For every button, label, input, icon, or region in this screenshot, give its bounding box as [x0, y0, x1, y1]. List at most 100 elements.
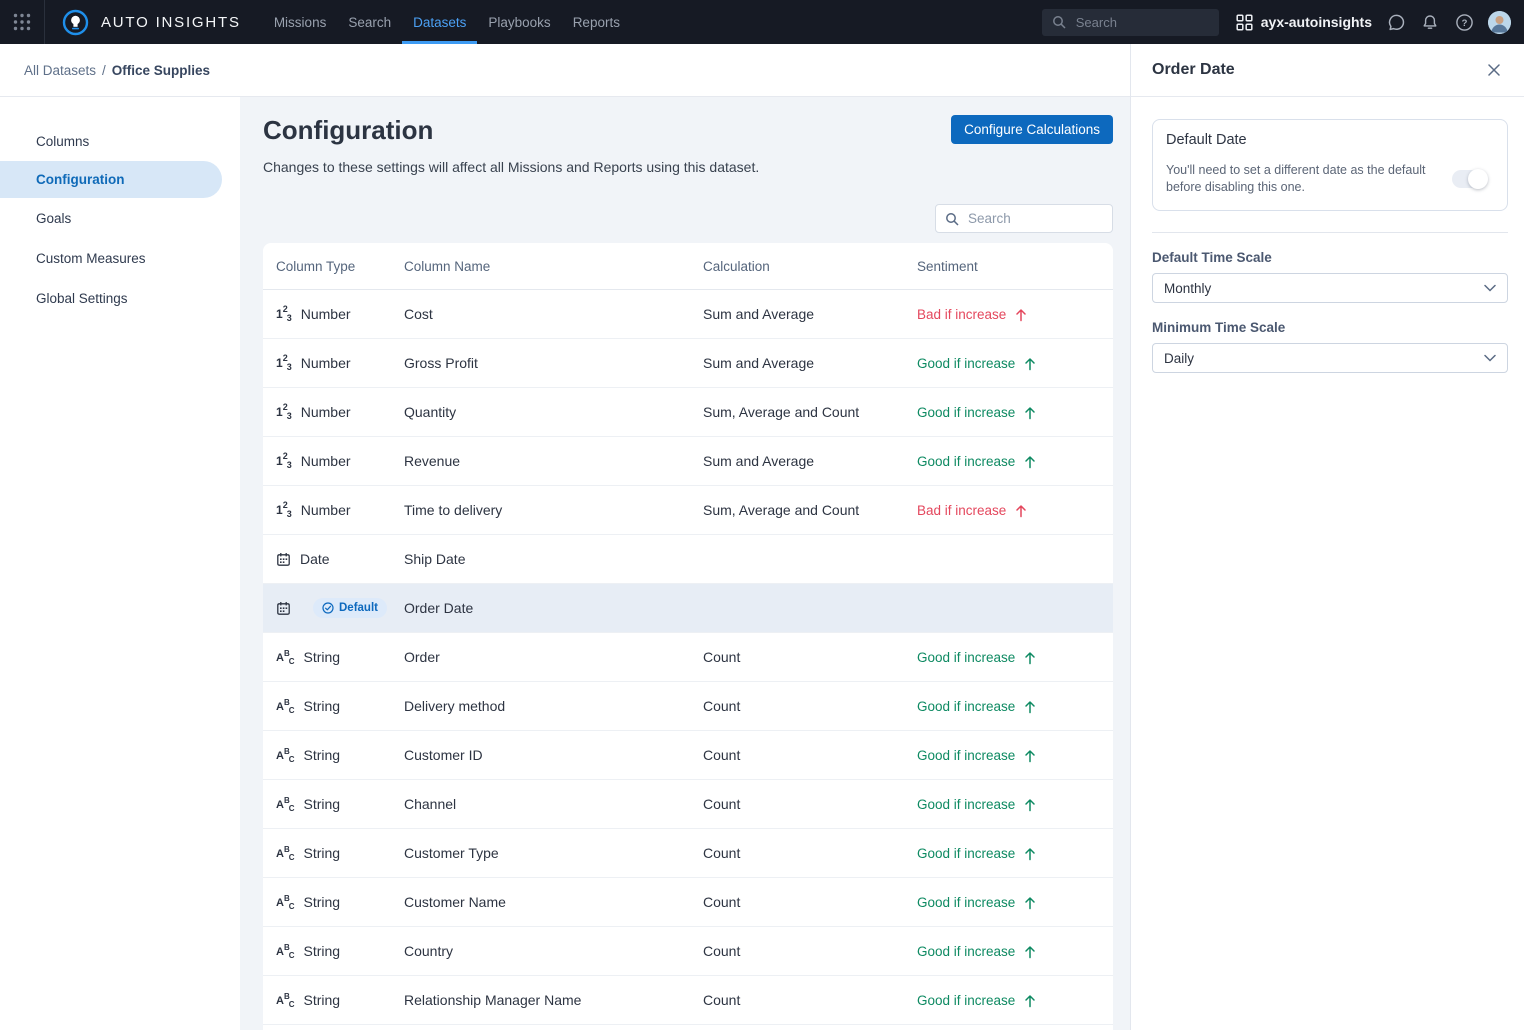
column-name-cell: Customer Name [404, 894, 703, 910]
sidebar-item-goals[interactable]: Goals [0, 198, 240, 238]
table-row[interactable]: 123 Number Gross Profit Sum and Average … [263, 339, 1113, 388]
table-row[interactable]: ABC String Country Count Good if increas… [263, 927, 1113, 976]
default-time-scale-select[interactable]: Monthly [1152, 273, 1508, 303]
global-search-input[interactable] [1074, 14, 1209, 31]
sentiment-label: Good if increase [917, 944, 1015, 959]
help-icon[interactable]: ? [1454, 12, 1474, 32]
column-type-cell: Default [263, 598, 404, 618]
column-name-cell: Gross Profit [404, 355, 703, 371]
calculation-cell: Sum, Average and Count [703, 502, 917, 518]
column-type-label: Number [301, 404, 351, 420]
sentiment-label: Good if increase [917, 356, 1015, 371]
column-name-cell: Delivery method [404, 698, 703, 714]
table-row[interactable]: 123 Number Revenue Sum and Average Good … [263, 437, 1113, 486]
workspace-name: ayx-autoinsights [1261, 14, 1372, 30]
sentiment-toggle[interactable]: Good if increase [917, 356, 1036, 371]
up-arrow-icon [1024, 406, 1036, 420]
nav-item-playbooks[interactable]: Playbooks [477, 0, 561, 44]
column-type-label: Number [301, 355, 351, 371]
table-row[interactable]: ABC String Relationship Manager Name Cou… [263, 976, 1113, 1025]
sentiment-toggle[interactable]: Bad if increase [917, 307, 1027, 322]
main-content: Configuration Configure Calculations Cha… [240, 97, 1130, 1030]
apps-grid-icon[interactable] [0, 0, 44, 44]
column-name-cell: Quantity [404, 404, 703, 420]
default-badge-label: Default [339, 602, 378, 614]
sentiment-cell: Good if increase [917, 355, 1113, 371]
columns-table: Column Type Column Name Calculation Sent… [263, 243, 1113, 1030]
sentiment-toggle[interactable]: Good if increase [917, 895, 1036, 910]
close-icon[interactable] [1483, 59, 1505, 81]
number-icon: 123 [276, 452, 292, 470]
table-row[interactable]: ABC String Channel Count Good if increas… [263, 780, 1113, 829]
default-date-description: You'll need to set a different date as t… [1166, 162, 1438, 195]
sentiment-cell: Good if increase [917, 404, 1113, 420]
table-search-input[interactable] [966, 210, 1103, 227]
lightbulb-logo [62, 9, 89, 36]
bell-icon[interactable] [1420, 12, 1440, 32]
table-row[interactable]: Date Ship Date [263, 535, 1113, 584]
sentiment-toggle[interactable]: Good if increase [917, 846, 1036, 861]
sentiment-toggle[interactable]: Good if increase [917, 454, 1036, 469]
left-column: All Datasets / Office Supplies Columns C… [0, 44, 1130, 1030]
page-shell: All Datasets / Office Supplies Columns C… [0, 44, 1524, 1030]
sidebar-item-custom-measures[interactable]: Custom Measures [0, 238, 240, 278]
table-row[interactable]: ABC String Customer Type Count Good if i… [263, 829, 1113, 878]
table-row[interactable]: 123 Number Cost Sum and Average Bad if i… [263, 290, 1113, 339]
table-row[interactable]: ABC String Customer ID Count Good if inc… [263, 731, 1113, 780]
sidebar-item-configuration[interactable]: Configuration [0, 161, 222, 198]
sentiment-toggle[interactable]: Good if increase [917, 650, 1036, 665]
table-row[interactable]: 123 Number Quantity Sum, Average and Cou… [263, 388, 1113, 437]
minimum-time-scale-value: Daily [1164, 351, 1194, 366]
up-arrow-icon [1015, 504, 1027, 518]
table-row[interactable]: Default Order Date [263, 584, 1113, 633]
sentiment-label: Good if increase [917, 797, 1015, 812]
default-date-toggle[interactable] [1452, 170, 1487, 188]
sentiment-toggle[interactable]: Bad if increase [917, 503, 1027, 518]
workspace-switcher[interactable]: ayx-autoinsights [1236, 14, 1372, 31]
nav-item-reports[interactable]: Reports [562, 0, 631, 44]
sentiment-cell: Good if increase [917, 453, 1113, 469]
brand-title: AUTO INSIGHTS [101, 14, 241, 31]
up-arrow-icon [1024, 455, 1036, 469]
table-row[interactable]: ABC String Order Count Good if increase [263, 633, 1113, 682]
sentiment-toggle[interactable]: Good if increase [917, 944, 1036, 959]
topbar-divider [44, 0, 45, 44]
number-icon: 123 [276, 501, 292, 519]
column-type-cell: 123 Number [263, 305, 404, 323]
up-arrow-icon [1024, 357, 1036, 371]
nav-item-search[interactable]: Search [337, 0, 402, 44]
sentiment-label: Good if increase [917, 846, 1015, 861]
breadcrumb-all-datasets[interactable]: All Datasets [24, 63, 96, 78]
sentiment-cell: Good if increase [917, 894, 1113, 910]
sentiment-label: Good if increase [917, 748, 1015, 763]
column-type-cell: ABC String [263, 992, 404, 1009]
table-search-box [935, 204, 1113, 233]
avatar[interactable] [1488, 11, 1511, 34]
chat-icon[interactable] [1386, 12, 1406, 32]
column-type-cell: ABC String [263, 649, 404, 666]
up-arrow-icon [1015, 308, 1027, 322]
nav-item-datasets[interactable]: Datasets [402, 0, 477, 44]
configure-calculations-button[interactable]: Configure Calculations [951, 115, 1113, 144]
sidebar-item-columns[interactable]: Columns [0, 121, 240, 161]
search-icon [1052, 15, 1066, 29]
settings-sidebar: Columns Configuration Goals Custom Measu… [0, 97, 240, 1030]
sentiment-toggle[interactable]: Good if increase [917, 699, 1036, 714]
column-type-cell: 123 Number [263, 501, 404, 519]
string-icon: ABC [276, 747, 295, 764]
table-row[interactable]: 123 Number Time to delivery Sum, Average… [263, 486, 1113, 535]
sentiment-toggle[interactable]: Good if increase [917, 405, 1036, 420]
table-row[interactable]: ABC String Delivery method Count Good if… [263, 682, 1113, 731]
sentiment-toggle[interactable]: Good if increase [917, 993, 1036, 1008]
primary-nav: Missions Search Datasets Playbooks Repor… [263, 0, 631, 44]
table-row[interactable]: ABC String Customer Name Count Good if i… [263, 878, 1113, 927]
workspace-grid-icon [1236, 14, 1253, 31]
minimum-time-scale-select[interactable]: Daily [1152, 343, 1508, 373]
sentiment-toggle[interactable]: Good if increase [917, 797, 1036, 812]
column-type-cell: ABC String [263, 698, 404, 715]
sidebar-item-global-settings[interactable]: Global Settings [0, 278, 240, 318]
calendar-icon [276, 552, 291, 567]
nav-item-missions[interactable]: Missions [263, 0, 338, 44]
sentiment-toggle[interactable]: Good if increase [917, 748, 1036, 763]
chevron-down-icon [1484, 284, 1496, 292]
